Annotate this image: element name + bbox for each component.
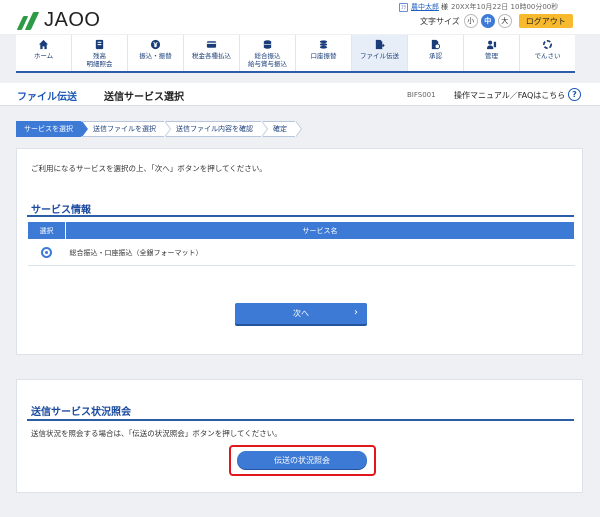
nav-item-account-debit[interactable]: 口座振替	[296, 35, 352, 71]
service-info-heading: サービス情報	[31, 205, 91, 216]
step-select-file: 送信ファイルを選択	[83, 121, 171, 137]
font-size-label: 文字サイズ	[420, 16, 460, 26]
nav-item-file-transfer[interactable]: ファイル伝送	[352, 35, 408, 71]
help-link[interactable]: 操作マニュアル／FAQはこちら	[454, 90, 565, 101]
card-payment-icon	[206, 39, 218, 50]
nav-item-admin[interactable]: 管理	[464, 35, 520, 71]
nav-item-tax[interactable]: 税金各種払込	[184, 35, 240, 71]
nav-item-transfer[interactable]: 振込・振替	[128, 35, 184, 71]
nav-item-home[interactable]: ホーム	[16, 35, 72, 71]
highlight-annotation: 伝送の状況照会	[229, 445, 376, 476]
page-title-bar: ファイル伝送 送信サービス選択 BIFS001 操作マニュアル／FAQはこちら …	[0, 83, 600, 106]
breadcrumb-category: ファイル伝送	[17, 92, 77, 103]
file-transfer-icon	[374, 39, 386, 50]
logout-button[interactable]: ログアウト	[518, 14, 573, 28]
service-table: 選択 サービス名 総合振込・口座振込（全銀フォーマット）	[27, 221, 575, 266]
logo-text: JAOO	[44, 9, 101, 31]
selection-instruction: ご利用になるサービスを選択の上、「次へ」ボタンを押してください。	[31, 164, 267, 173]
section-divider	[27, 419, 574, 421]
step-select-service: サービスを選択	[16, 121, 88, 137]
nav-label: 管理	[485, 52, 498, 60]
nav-label: 承認	[429, 52, 442, 60]
nav-label: 税金各種払込	[192, 52, 231, 60]
status-inquiry-instruction: 送信状況を照会する場合は、「伝送の状況照会」ボタンを押してください。	[31, 429, 282, 438]
coin-stack-icon	[318, 39, 330, 50]
densai-icon	[542, 39, 554, 50]
progress-stepper: サービスを選択 送信ファイルを選択 送信ファイル内容を確認 確定	[16, 121, 302, 137]
nav-label: 総合振込 給与賞与振込	[248, 52, 287, 68]
nav-item-balance[interactable]: 残高 明細照会	[72, 35, 128, 71]
approval-icon	[430, 39, 442, 50]
user-info: ﾌﾗ 農中太郎 様 20XX年10月22日 10時00分00秒	[399, 2, 599, 12]
section-divider	[27, 215, 574, 217]
nav-label: ホーム	[33, 52, 54, 60]
next-button[interactable]: 次へ ›	[235, 303, 367, 324]
next-button-label: 次へ	[293, 309, 309, 318]
step-confirm-file: 送信ファイル内容を確認	[166, 121, 268, 137]
yen-transfer-icon	[150, 39, 162, 50]
service-radio[interactable]	[41, 247, 52, 258]
help-icon[interactable]: ?	[568, 88, 581, 101]
brand-logo[interactable]: JAOO	[16, 9, 101, 32]
admin-icon	[486, 39, 498, 50]
nav-label: ファイル伝送	[360, 52, 399, 60]
font-size-controls: 文字サイズ 小 中 大 ログアウト	[420, 13, 573, 29]
coins-icon	[262, 39, 274, 50]
page-title: 送信サービス選択	[104, 92, 184, 103]
service-name-cell: 総合振込・口座振込（全銀フォーマット）	[65, 239, 575, 266]
last-login-time: 20XX年10月22日 10時00分00秒	[451, 3, 559, 11]
font-size-small-button[interactable]: 小	[463, 14, 478, 28]
ja-logo-icon	[16, 11, 42, 30]
nav-label: 残高 明細照会	[86, 52, 113, 68]
font-size-medium-button[interactable]: 中	[480, 14, 495, 28]
screen-id: BIFS001	[407, 91, 436, 99]
table-row[interactable]: 総合振込・口座振込（全銀フォーマット）	[27, 239, 575, 266]
user-badge-icon: ﾌﾗ	[399, 2, 408, 12]
column-header-select: 選択	[27, 221, 66, 240]
chevron-right-icon: ›	[354, 307, 358, 318]
column-header-service-name: サービス名	[65, 221, 575, 240]
transfer-status-inquiry-button[interactable]: 伝送の状況照会	[237, 451, 367, 469]
global-nav: ホーム 残高 明細照会 振込・振替 税金各種払込 総合振込 給与賞与振込 口座振替	[16, 35, 575, 73]
header: JAOO ﾌﾗ 農中太郎 様 20XX年10月22日 10時00分00秒 文字サ…	[0, 0, 600, 34]
nav-label: 口座振替	[310, 52, 337, 60]
nav-item-bulk-transfer[interactable]: 総合振込 給与賞与振込	[240, 35, 296, 71]
status-inquiry-panel: 送信サービス状況照会 送信状況を照会する場合は、「伝送の状況照会」ボタンを押して…	[16, 379, 583, 493]
nav-item-densai[interactable]: でんさい	[520, 35, 575, 71]
font-size-large-button[interactable]: 大	[497, 14, 512, 28]
user-honorific: 様	[441, 3, 448, 11]
nav-item-approval[interactable]: 承認	[408, 35, 464, 71]
nav-label: でんさい	[534, 52, 561, 60]
home-icon	[38, 39, 50, 50]
status-inquiry-heading: 送信サービス状況照会	[31, 407, 131, 418]
user-name-link[interactable]: 農中太郎	[411, 2, 439, 12]
service-selection-panel: ご利用になるサービスを選択の上、「次へ」ボタンを押してください。 サービス情報 …	[16, 148, 583, 355]
nav-label: 振込・振替	[139, 52, 172, 60]
passbook-icon	[94, 39, 106, 50]
